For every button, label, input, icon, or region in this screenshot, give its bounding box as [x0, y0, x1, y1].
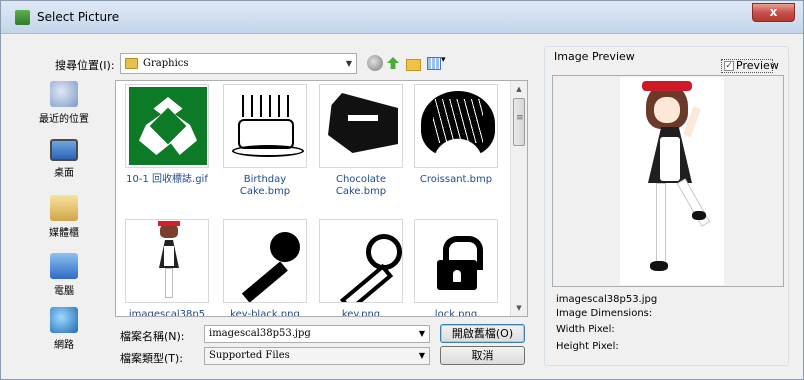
look-in-label: 搜尋位置(I): [55, 59, 115, 72]
recent-places-icon [50, 81, 78, 107]
up-folder-icon[interactable] [385, 55, 401, 71]
app-icon [15, 10, 30, 25]
chocolate-cake-icon [319, 84, 403, 168]
width-pixel-label: Width Pixel: [556, 324, 615, 335]
cancel-button[interactable]: 取消 [440, 346, 525, 365]
anime-girl-thumbnail [125, 219, 209, 303]
file-item[interactable]: lock.png [410, 219, 502, 317]
file-name: Croissant.bmp [419, 174, 493, 185]
chevron-down-icon[interactable]: ▼ [419, 326, 425, 342]
view-menu-icon[interactable] [427, 55, 451, 71]
place-library[interactable]: 媒體櫃 [29, 195, 99, 239]
image-preview-title: Image Preview [552, 50, 637, 63]
place-label: 電腦 [54, 286, 74, 297]
preview-image [620, 77, 724, 285]
place-desktop[interactable]: 桌面 [29, 139, 99, 179]
file-name-label: 檔案名稱(N): [120, 330, 185, 343]
open-button[interactable]: 開啟舊檔(O) [440, 324, 525, 343]
file-name: Chocolate Cake.bmp [335, 174, 387, 197]
file-name: key-black.png [230, 309, 300, 317]
look-in-dropdown[interactable]: Graphics ▼ [120, 53, 357, 74]
place-recent[interactable]: 最近的位置 [29, 81, 99, 125]
file-type-value: Supported Files [209, 350, 290, 361]
file-name: Birthday Cake.bmp [239, 174, 291, 197]
image-dimensions-label: Image Dimensions: [556, 308, 653, 319]
croissant-icon [414, 84, 498, 168]
place-computer[interactable]: 電腦 [29, 253, 99, 297]
library-icon [50, 195, 78, 221]
place-network[interactable]: 網路 [29, 307, 99, 351]
height-pixel-label: Height Pixel: [556, 341, 619, 352]
birthday-cake-icon [223, 84, 307, 168]
back-icon[interactable] [367, 55, 383, 71]
place-label: 網路 [54, 340, 74, 351]
computer-icon [50, 253, 78, 279]
file-item[interactable]: key.png [315, 219, 407, 317]
desktop-icon [50, 139, 78, 161]
file-list-scrollbar[interactable]: ▲ ▼ [510, 81, 527, 316]
preview-filename: imagescal38p53.jpg [556, 294, 658, 305]
file-type-label: 檔案類型(T): [120, 352, 184, 365]
file-name: lock.png [434, 309, 478, 317]
file-name: 10-1 回收標誌.gif [126, 174, 208, 185]
scroll-up-icon[interactable]: ▲ [511, 81, 527, 97]
file-name: imagescal38p5 [128, 309, 206, 317]
recycle-icon [125, 84, 209, 168]
file-type-dropdown[interactable]: Supported Files ▼ [204, 347, 430, 365]
key-outline-icon [319, 219, 403, 303]
new-folder-icon[interactable] [405, 55, 421, 71]
place-label: 最近的位置 [39, 114, 89, 125]
file-name-value: imagescal38p53.jpg [209, 328, 311, 339]
file-item[interactable]: Croissant.bmp [410, 84, 502, 186]
file-item[interactable]: 10-1 回收標誌.gif [121, 84, 213, 186]
folder-icon [125, 58, 138, 69]
black-key-icon [223, 219, 307, 303]
chevron-down-icon[interactable]: ▼ [346, 54, 352, 73]
file-item[interactable]: imagescal38p5 [121, 219, 213, 317]
place-label: 桌面 [54, 168, 74, 179]
file-item[interactable]: Birthday Cake.bmp [219, 84, 311, 198]
chevron-down-icon[interactable]: ▼ [419, 348, 425, 364]
file-item[interactable]: Chocolate Cake.bmp [315, 84, 407, 198]
file-name: key.png [341, 309, 381, 317]
checkmark-icon: ✓ [724, 61, 734, 71]
file-name-field[interactable]: imagescal38p53.jpg ▼ [204, 325, 430, 343]
look-in-value: Graphics [143, 58, 189, 69]
lock-icon [414, 219, 498, 303]
place-label: 媒體櫃 [49, 228, 79, 239]
scrollbar-thumb[interactable] [513, 98, 525, 146]
file-list[interactable]: 10-1 回收標誌.gif Birthday Cake.bmp Chocolat… [115, 80, 528, 317]
close-button[interactable]: x [752, 3, 795, 22]
title-bar[interactable]: Select Picture x [1, 1, 803, 34]
scroll-down-icon[interactable]: ▼ [511, 300, 527, 316]
preview-checkbox[interactable]: ✓ Preview [721, 59, 779, 73]
select-picture-dialog: Select Picture x 搜尋位置(I): Graphics ▼ 最近的… [0, 0, 804, 380]
window-title: Select Picture [37, 10, 120, 24]
network-icon [50, 307, 78, 333]
preview-checkbox-label: Preview [736, 59, 779, 72]
file-item[interactable]: key-black.png [219, 219, 311, 317]
